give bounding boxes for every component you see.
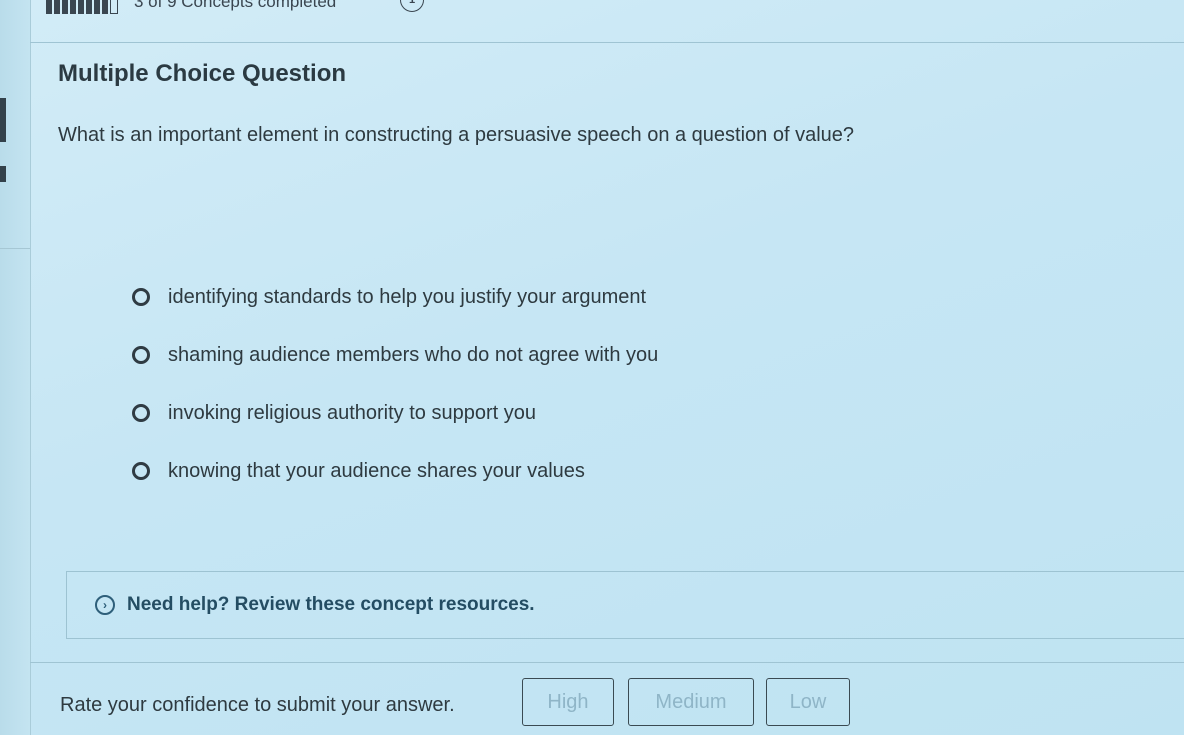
- answer-choice-label: knowing that your audience shares your v…: [168, 459, 585, 482]
- question-text: What is an important element in construc…: [58, 124, 855, 146]
- concept-resources-toggle[interactable]: › Need help? Review these concept resour…: [66, 571, 1184, 639]
- radio-button[interactable]: [132, 462, 150, 480]
- confidence-high-button[interactable]: High: [522, 678, 614, 726]
- confidence-medium-button[interactable]: Medium: [628, 678, 754, 726]
- info-badge[interactable]: 1: [400, 0, 424, 12]
- answer-choice-label: identifying standards to help you justif…: [168, 285, 647, 308]
- answer-choice-2[interactable]: shaming audience members who do not agre…: [132, 326, 658, 384]
- footer-divider: [30, 662, 1184, 663]
- confidence-low-button[interactable]: Low: [766, 678, 850, 726]
- left-edge-divider: [0, 248, 30, 249]
- left-edge-marker: [0, 98, 6, 142]
- left-edge-panel: [0, 0, 31, 735]
- concept-resources-link[interactable]: Need help? Review these concept resource…: [127, 594, 535, 616]
- answer-choice-3[interactable]: invoking religious authority to support …: [132, 384, 658, 442]
- answer-choice-label: shaming audience members who do not agre…: [168, 343, 659, 366]
- confidence-prompt: Rate your confidence to submit your answ…: [60, 694, 455, 716]
- progress-header: 3 of 9 Concepts completed 1: [30, 0, 1184, 43]
- question-type-title: Multiple Choice Question: [58, 60, 347, 87]
- left-edge-marker: [0, 166, 6, 182]
- progress-bar: [46, 0, 118, 14]
- answer-choices: identifying standards to help you justif…: [132, 268, 658, 500]
- radio-button[interactable]: [132, 346, 150, 364]
- answer-choice-4[interactable]: knowing that your audience shares your v…: [132, 442, 658, 500]
- progress-text: 3 of 9 Concepts completed: [134, 0, 337, 11]
- radio-button[interactable]: [132, 404, 150, 422]
- chevron-right-icon: ›: [95, 595, 115, 615]
- radio-button[interactable]: [132, 288, 150, 306]
- answer-choice-label: invoking religious authority to support …: [168, 401, 536, 424]
- answer-choice-1[interactable]: identifying standards to help you justif…: [132, 268, 658, 326]
